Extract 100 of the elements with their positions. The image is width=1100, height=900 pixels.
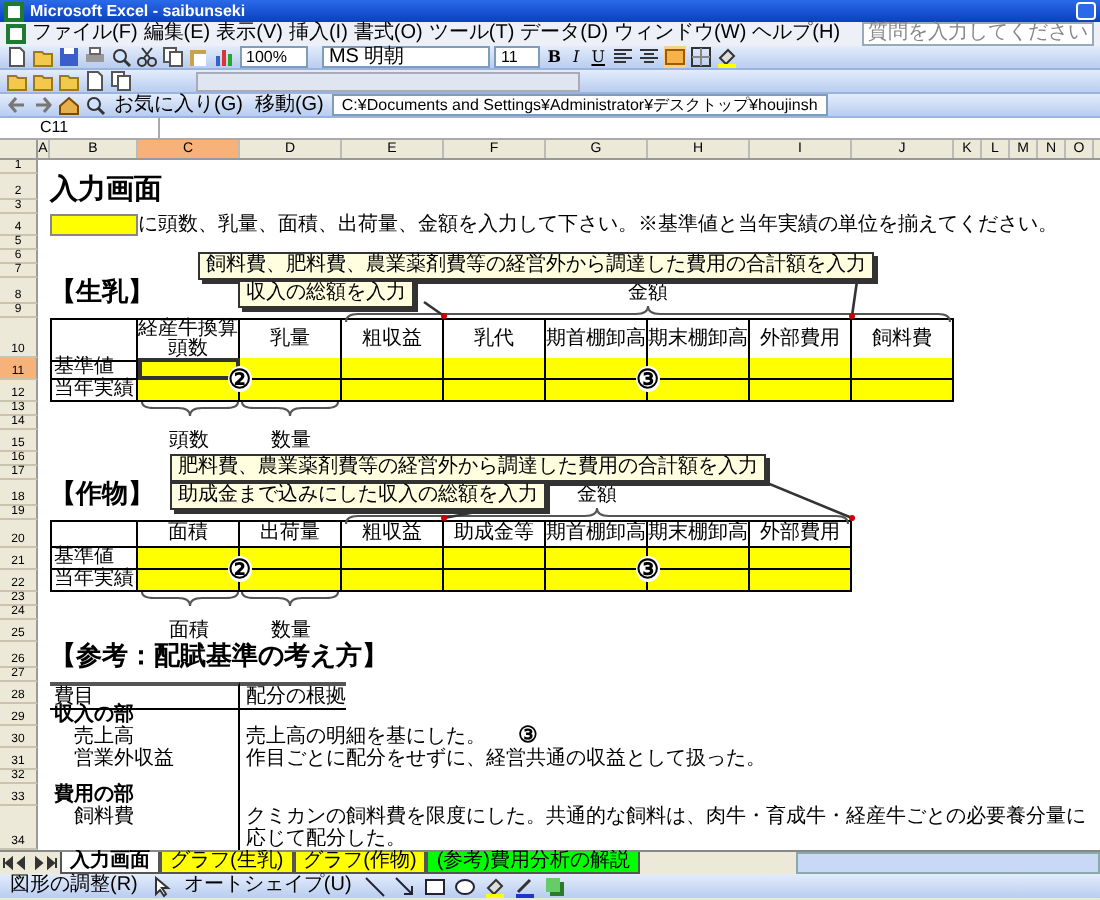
input-cell[interactable] xyxy=(444,358,546,380)
font-dropdown[interactable]: MS 明朝 xyxy=(322,46,491,68)
table-cell: 費用の部 xyxy=(50,784,240,806)
menu-item[interactable]: 挿入(I) xyxy=(288,22,348,46)
format-button[interactable]: U xyxy=(587,48,609,66)
bar-chart-icon[interactable] xyxy=(214,46,236,68)
address-field[interactable]: C:¥Documents and Settings¥Administrator¥デスクトップ¥houjinsh xyxy=(331,94,828,116)
format-button[interactable]: B xyxy=(543,48,566,66)
input-cell[interactable] xyxy=(750,548,852,570)
align-center-icon[interactable] xyxy=(638,46,661,68)
input-cell[interactable] xyxy=(852,380,954,402)
sheet-tab[interactable]: グラフ(生乳) xyxy=(160,852,294,874)
input-cell[interactable] xyxy=(342,570,444,592)
minimize-button[interactable] xyxy=(1076,2,1096,20)
input-cell[interactable] xyxy=(342,548,444,570)
rectangle-icon[interactable] xyxy=(423,875,446,897)
horizontal-scrollbar[interactable] xyxy=(796,852,1100,874)
menu-item[interactable]: ツール(T) xyxy=(428,22,515,46)
input-cell[interactable] xyxy=(750,570,852,592)
leader-line xyxy=(423,300,447,319)
back-arrow-icon[interactable] xyxy=(6,94,28,116)
input-color-sample xyxy=(50,214,138,236)
brace-label: 頭数 xyxy=(167,430,211,452)
page-heading: 入力画面 xyxy=(50,174,164,202)
column-heading: 粗収益 xyxy=(342,520,444,548)
sheet-tab[interactable]: グラフ(作物) xyxy=(293,852,427,874)
merge-center-icon[interactable] xyxy=(664,46,687,68)
line-color-icon[interactable] xyxy=(513,875,536,897)
input-cell[interactable] xyxy=(444,380,546,402)
sheet-tab[interactable]: 入力画面 xyxy=(60,852,160,874)
go-menu[interactable]: 移動(G) xyxy=(250,95,328,115)
column-heading: 乳代 xyxy=(444,318,546,362)
input-cell[interactable] xyxy=(444,548,546,570)
line-icon[interactable] xyxy=(363,875,386,897)
magnifier-icon[interactable] xyxy=(110,46,132,68)
shadow-icon[interactable] xyxy=(543,875,566,897)
oval-icon[interactable] xyxy=(453,875,476,897)
menu-item[interactable]: 表示(V) xyxy=(216,22,283,46)
column-heading: 乳量 xyxy=(240,318,342,362)
format-button[interactable]: I xyxy=(569,48,584,66)
section-heading: 【参考：配賦基準の考え方】 xyxy=(50,642,388,670)
font-size-dropdown[interactable]: 11 xyxy=(494,46,540,68)
sheet-tab[interactable]: (参考)費用分析の解説 xyxy=(426,852,641,874)
column-heading: 出荷量 xyxy=(240,520,342,548)
tab-scroll-arrows-icon[interactable] xyxy=(0,854,60,872)
zoom-dropdown[interactable]: 100% xyxy=(240,46,309,68)
menu-item[interactable]: 編集(E) xyxy=(143,22,211,46)
menu-item[interactable]: データ(D) xyxy=(520,22,609,46)
column-heading: 期首棚卸高 xyxy=(546,520,648,548)
draw-menu[interactable]: 図形の調整(R) xyxy=(6,876,142,896)
menu-item[interactable]: ファイル(F) xyxy=(32,22,138,46)
copy-icon[interactable] xyxy=(162,46,184,68)
section-heading: 【作物】 xyxy=(50,480,154,508)
callout: 飼料費、肥料費、農業薬剤費等の経営外から調達した費用の合計額を入力 xyxy=(198,252,874,280)
table-cell-text: クミカンの飼料費を限度にした。共通的な飼料は、肉牛・育成牛・経産牛ごとの必要養分量に応じて配分した。 xyxy=(244,806,1088,850)
column-heading: 助成金等 xyxy=(444,520,546,548)
column-heading: 飼料費 xyxy=(852,318,954,362)
favorites-menu[interactable]: お気に入り(G) xyxy=(110,95,247,115)
column-heading: 面積 xyxy=(138,520,240,548)
table-cell: 営業外収益 xyxy=(50,748,240,770)
copy-icon[interactable] xyxy=(110,70,132,92)
input-cell[interactable] xyxy=(342,380,444,402)
table-cell-text: 作目ごとに配分をせずに、経営共通の収益として扱った。 xyxy=(244,748,766,770)
fill-color-icon[interactable] xyxy=(716,46,739,68)
scissors-icon[interactable] xyxy=(136,46,158,68)
brace-label: 面積 xyxy=(167,620,211,642)
menu-item[interactable]: ヘルプ(H) xyxy=(752,22,841,46)
align-left-icon[interactable] xyxy=(612,46,635,68)
menu-item[interactable]: ウィンドウ(W) xyxy=(614,22,747,46)
borders-icon[interactable] xyxy=(690,46,713,68)
table-cell xyxy=(50,520,138,548)
brace-label: 数量 xyxy=(269,620,313,642)
input-cell[interactable] xyxy=(342,358,444,380)
column-heading: 期末棚卸高 xyxy=(648,318,750,362)
autoshapes-menu[interactable]: オートシェイプ(U) xyxy=(179,876,356,896)
brace-label: 数量 xyxy=(269,430,313,452)
column-heading: 粗収益 xyxy=(342,318,444,362)
arrow-icon[interactable] xyxy=(393,875,416,897)
input-cell[interactable] xyxy=(444,570,546,592)
fill-color-icon[interactable] xyxy=(483,875,506,897)
table-header-cell: 配分の根拠 xyxy=(240,682,346,710)
pointer-icon[interactable] xyxy=(149,875,172,897)
circled-number: ③ xyxy=(518,726,538,748)
help-search-field[interactable]: 質問を入力してください xyxy=(862,22,1094,46)
input-cell[interactable] xyxy=(852,358,954,380)
menu-item[interactable]: 書式(O) xyxy=(353,22,423,46)
section-heading: 【生乳】 xyxy=(50,278,154,306)
input-cell[interactable] xyxy=(750,380,852,402)
column-heading: 外部費用 xyxy=(750,520,852,548)
table-cell: 売上高 xyxy=(50,726,240,748)
callout: 助成金まで込みにした収入の総額を入力 xyxy=(170,482,546,510)
search-icon[interactable] xyxy=(84,94,106,116)
column-heading: 期末棚卸高 xyxy=(648,520,750,548)
input-cell[interactable] xyxy=(750,358,852,380)
forward-arrow-icon[interactable] xyxy=(32,94,54,116)
clipboard-icon[interactable] xyxy=(188,46,210,68)
instruction-text: に頭数、乳量、面積、出荷量、金額を入力して下さい。※基準値と当年実績の単位を揃えてください。 xyxy=(138,214,1060,236)
name-box[interactable]: C11 xyxy=(0,118,160,138)
printer-icon[interactable] xyxy=(84,46,106,68)
callout: 収入の総額を入力 xyxy=(238,280,414,308)
